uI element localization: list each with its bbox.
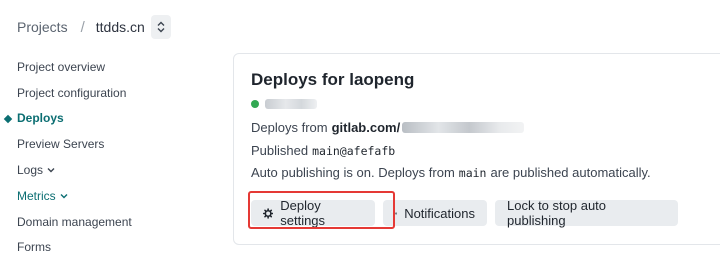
sidebar-item-metrics[interactable]: Metrics: [0, 183, 220, 209]
lock-auto-publishing-button[interactable]: Lock to stop auto publishing: [495, 200, 678, 226]
auto-publishing-text-1: Auto publishing is on. Deploys from: [251, 165, 455, 180]
sidebar-item-label: Project configuration: [17, 86, 126, 100]
deploy-actions: Deploy settings Notifications Lock to st…: [251, 200, 686, 226]
sidebar-item-label: Logs: [17, 163, 43, 177]
lock-auto-publishing-label: Lock to stop auto publishing: [507, 198, 666, 228]
published-label: Published: [251, 143, 308, 158]
card-title: Deploys for laopeng: [251, 70, 414, 90]
sidebar-item-label: Forms: [17, 240, 51, 254]
deploys-from-label: Deploys from: [251, 120, 328, 135]
sidebar-item-forms[interactable]: Forms: [0, 235, 220, 260]
breadcrumb-projects-link[interactable]: Projects: [17, 19, 68, 35]
sidebar-item-project-configuration[interactable]: Project configuration: [0, 80, 220, 106]
sidebar-item-label: Deploys: [17, 111, 64, 125]
sidebar-item-label: Project overview: [17, 60, 105, 74]
breadcrumb: Projects / ttdds.cn: [17, 14, 171, 40]
auto-publishing-line: Auto publishing is on. Deploys from main…: [251, 165, 651, 180]
sidebar-item-label: Domain management: [17, 215, 132, 229]
sidebar-item-label: Metrics: [17, 189, 56, 203]
sidebar-nav: Project overview Project configuration D…: [0, 54, 220, 260]
deploys-card: Deploys for laopeng Deploys from gitlab.…: [233, 53, 720, 245]
status-dot-icon: [251, 100, 259, 108]
breadcrumb-separator: /: [81, 19, 85, 36]
deploy-settings-label: Deploy settings: [280, 198, 363, 228]
sidebar-item-preview-servers[interactable]: Preview Servers: [0, 131, 220, 157]
repo-link[interactable]: gitlab.com/: [332, 120, 401, 135]
chevron-down-icon: [60, 193, 68, 199]
notifications-button[interactable]: Notifications: [383, 200, 487, 226]
deploys-from-line: Deploys from gitlab.com/: [251, 120, 524, 135]
sidebar-item-project-overview[interactable]: Project overview: [0, 54, 220, 80]
chevron-up-down-icon: [157, 21, 165, 33]
deploy-settings-button[interactable]: Deploy settings: [251, 200, 375, 226]
auto-publishing-branch: main: [459, 166, 487, 180]
gear-icon: [395, 208, 397, 219]
notifications-label: Notifications: [404, 206, 475, 221]
auto-publishing-text-2: are published automatically.: [490, 165, 650, 180]
chevron-down-icon: [47, 167, 55, 173]
site-switcher-button[interactable]: [151, 15, 171, 39]
breadcrumb-site-name[interactable]: ttdds.cn: [96, 19, 145, 35]
sidebar-item-deploys[interactable]: Deploys: [0, 106, 220, 132]
site-status: [251, 97, 317, 111]
published-commit[interactable]: main@afefafb: [312, 144, 395, 158]
redacted-site-name: [265, 99, 317, 109]
gear-icon: [263, 208, 273, 219]
sidebar-item-domain-management[interactable]: Domain management: [0, 209, 220, 235]
active-indicator-icon: [4, 114, 12, 122]
published-line: Published main@afefafb: [251, 143, 395, 158]
sidebar-item-label: Preview Servers: [17, 137, 104, 151]
sidebar-item-logs[interactable]: Logs: [0, 157, 220, 183]
redacted-repo-path: [402, 122, 524, 133]
